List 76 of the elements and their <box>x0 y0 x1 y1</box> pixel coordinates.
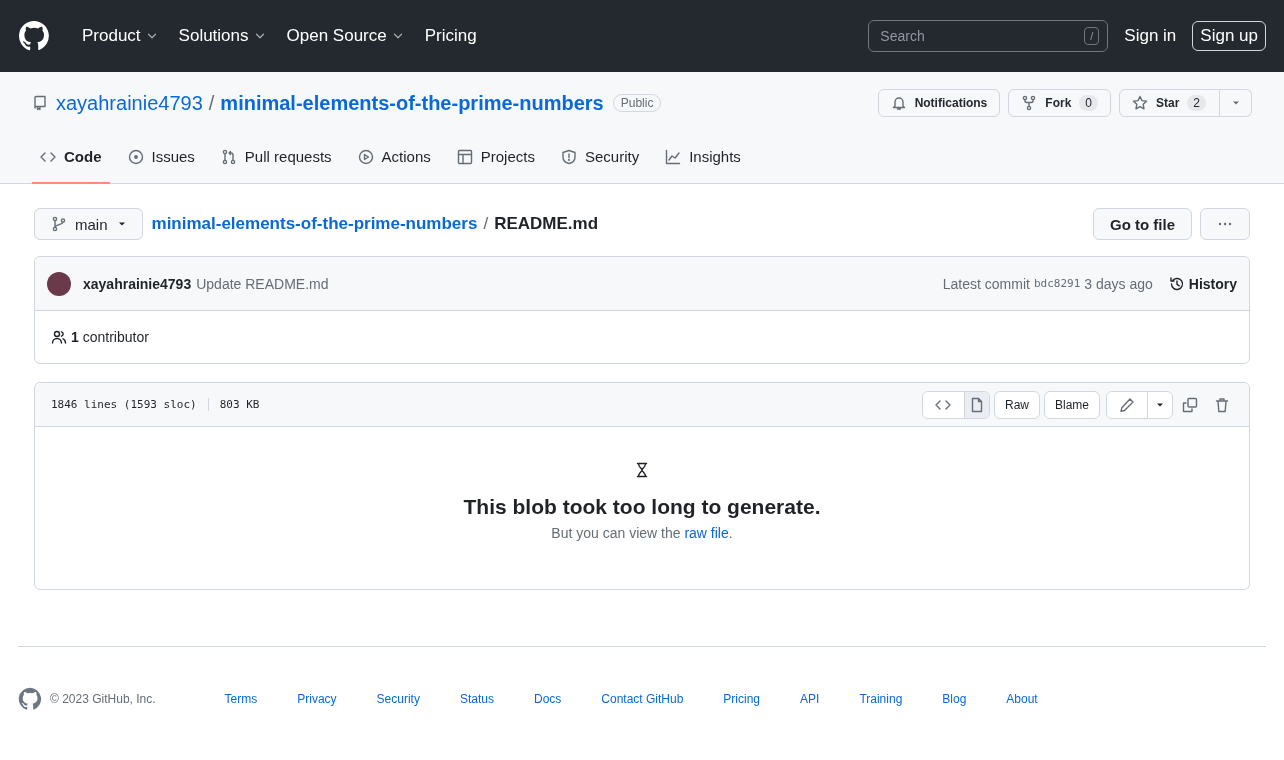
commit-time: 3 days ago <box>1084 275 1153 292</box>
hourglass-icon <box>634 461 650 479</box>
sign-up-button[interactable]: Sign up <box>1192 21 1266 51</box>
footer-link[interactable]: Status <box>459 692 494 706</box>
repo-tab[interactable]: Projects <box>448 142 543 184</box>
file-size: 803 KB <box>207 398 260 411</box>
owner-link[interactable]: xayahrainie4793 <box>56 91 203 115</box>
notifications-button[interactable]: Notifications <box>877 89 1001 117</box>
table-icon <box>456 148 473 165</box>
branch-icon <box>51 216 67 232</box>
footer-link[interactable]: Contact GitHub <box>601 692 684 706</box>
blame-button[interactable]: Blame <box>1044 390 1100 419</box>
copyright-text: © 2023 GitHub, Inc. <box>50 692 156 706</box>
commit-message: Update README.md <box>196 275 329 292</box>
repo-tab[interactable]: Security <box>552 142 648 184</box>
footer-link[interactable]: Privacy <box>297 692 337 706</box>
nav-menu-item[interactable]: Product <box>74 26 167 46</box>
play-icon <box>357 148 374 165</box>
go-to-file-button[interactable]: Go to file <box>1093 208 1192 240</box>
pencil-icon <box>1119 396 1135 413</box>
bell-icon <box>890 95 907 111</box>
repo-tab[interactable]: Code <box>32 142 110 184</box>
blob-message-title: This blob took too long to generate. <box>463 495 821 519</box>
repo-tab[interactable]: Issues <box>119 142 203 184</box>
branch-selector[interactable]: main <box>34 208 143 240</box>
history-link[interactable]: History <box>1168 275 1237 292</box>
footer-link[interactable]: About <box>1006 692 1038 706</box>
keyboard-shortcut-key: / <box>1084 27 1100 45</box>
repo-icon <box>32 95 48 111</box>
commit-author-link[interactable]: xayahrainie4793 <box>83 275 192 292</box>
fork-count: 0 <box>1079 95 1098 111</box>
github-logo-icon <box>18 687 42 711</box>
pull-request-icon <box>220 148 237 165</box>
repo-tab[interactable]: Insights <box>657 142 749 184</box>
people-icon <box>51 329 67 345</box>
latest-commit-label: Latest commit <box>942 275 1030 292</box>
star-icon <box>1132 95 1148 111</box>
github-logo-icon <box>18 20 50 52</box>
footer-link[interactable]: Pricing <box>723 692 761 706</box>
shield-icon <box>560 148 577 165</box>
fork-button[interactable]: Fork 0 <box>1008 89 1111 117</box>
path-separator: / <box>208 91 215 115</box>
avatar[interactable] <box>47 271 71 296</box>
preview-button[interactable] <box>963 391 989 418</box>
sign-in-link[interactable]: Sign in <box>1124 26 1177 46</box>
footer-link[interactable]: Docs <box>533 692 562 706</box>
blob-message-text: But you can view the raw file. <box>551 525 733 541</box>
repo-tab[interactable]: Actions <box>349 142 439 184</box>
footer-link[interactable]: Terms <box>224 692 258 706</box>
circle-icon <box>127 148 144 165</box>
file-name: README.md <box>494 214 599 234</box>
graph-icon <box>665 148 682 165</box>
nav-menu-item[interactable]: Pricing <box>416 26 485 46</box>
raw-file-link[interactable]: raw file <box>684 525 729 541</box>
nav-menu-item[interactable]: Solutions <box>170 26 275 46</box>
contributors-link[interactable]: 1 contributor <box>71 329 149 345</box>
footer-link[interactable]: Blog <box>942 692 967 706</box>
star-menu-button[interactable] <box>1220 89 1252 117</box>
nav-menu-item[interactable]: Open Source <box>278 26 413 46</box>
line-count: 1846 lines (1593 sloc) <box>51 398 197 411</box>
copy-icon <box>1182 396 1198 413</box>
commit-sha-link[interactable]: bdc8291 <box>1033 277 1081 290</box>
star-button[interactable]: Star 2 <box>1119 89 1220 117</box>
history-icon <box>1168 275 1185 292</box>
star-count: 2 <box>1187 95 1207 111</box>
repo-name-link[interactable]: minimal-elements-of-the-prime-numbers <box>220 91 604 115</box>
path-separator: / <box>483 214 489 234</box>
fork-icon <box>1021 95 1038 111</box>
repo-path-link[interactable]: minimal-elements-of-the-prime-numbers <box>151 214 478 234</box>
footer-link[interactable]: Training <box>859 692 903 706</box>
repo-tab[interactable]: Pull requests <box>212 142 340 184</box>
trash-icon <box>1214 396 1230 413</box>
raw-button[interactable]: Raw <box>993 390 1040 419</box>
footer-link[interactable]: Security <box>376 692 420 706</box>
footer-link[interactable]: API <box>800 692 820 706</box>
edit-button[interactable] <box>1107 391 1147 418</box>
